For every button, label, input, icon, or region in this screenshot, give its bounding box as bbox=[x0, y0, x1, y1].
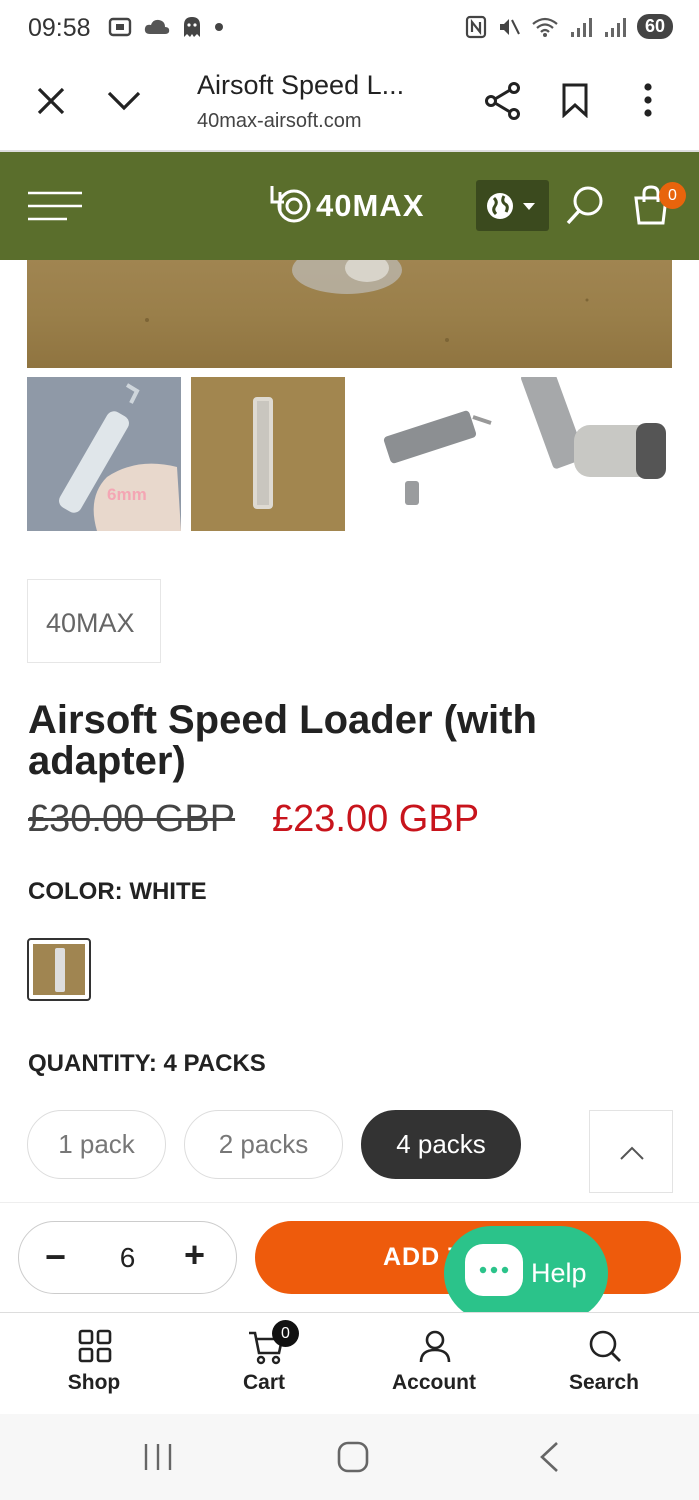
ghost-icon bbox=[184, 17, 200, 37]
site-header: 40MAX bbox=[0, 152, 699, 260]
browser-url[interactable]: 40max-airsoft.com bbox=[197, 110, 362, 133]
more-vert-icon[interactable] bbox=[642, 82, 654, 118]
vendor-name: 40MAX bbox=[46, 608, 135, 638]
thumbnail-1-photo bbox=[59, 383, 181, 531]
globe-icon bbox=[487, 193, 513, 219]
screenshot-icon bbox=[108, 17, 132, 37]
share-icon[interactable] bbox=[484, 82, 522, 120]
thumbnail-3-photo bbox=[383, 410, 492, 505]
pack-option-2[interactable]: 2 packs bbox=[184, 1110, 343, 1179]
status-bar: 09:58 60 bbox=[0, 0, 699, 62]
signal-icon bbox=[570, 17, 592, 37]
help-chat-button[interactable]: Help bbox=[444, 1226, 608, 1321]
back-icon[interactable] bbox=[538, 1440, 560, 1474]
swatch-image bbox=[33, 944, 85, 995]
language-selector[interactable] bbox=[476, 180, 549, 231]
nav-label-search: Search bbox=[568, 1371, 640, 1394]
nav-label-account: Account bbox=[392, 1371, 476, 1394]
status-time: 09:58 bbox=[28, 14, 91, 42]
cloud-icon bbox=[144, 19, 170, 34]
thumbnail-4[interactable] bbox=[518, 377, 672, 531]
nav-label-shop: Shop bbox=[67, 1371, 121, 1394]
signal-icon-2 bbox=[604, 17, 626, 37]
vendor-badge[interactable]: 40MAX bbox=[27, 579, 161, 663]
product-photo bbox=[145, 260, 589, 342]
thumbnail-3[interactable] bbox=[355, 377, 509, 531]
chevron-up-icon bbox=[620, 1146, 644, 1160]
thumbnail-1-label: 6mm bbox=[107, 485, 147, 504]
nav-cart-badge: 0 bbox=[272, 1320, 299, 1347]
recent-apps-icon[interactable] bbox=[142, 1442, 174, 1472]
search-icon[interactable] bbox=[565, 184, 605, 226]
nav-item-search[interactable]: Search bbox=[517, 1313, 691, 1415]
status-left-icons bbox=[108, 16, 224, 38]
mute-icon bbox=[499, 18, 520, 35]
pack-option-1[interactable]: 1 pack bbox=[27, 1110, 166, 1179]
search-icon bbox=[589, 1330, 621, 1362]
caret-down-icon bbox=[523, 203, 535, 210]
price-sale: £23.00 GBP bbox=[272, 798, 480, 840]
nfc-icon bbox=[465, 15, 487, 38]
product-title: Airsoft Speed Loader (with adapter) bbox=[28, 698, 537, 783]
chevron-down-icon[interactable] bbox=[106, 90, 142, 112]
bookmark-icon[interactable] bbox=[561, 82, 589, 118]
product-main-image[interactable] bbox=[27, 260, 672, 368]
hamburger-menu-icon[interactable] bbox=[27, 190, 83, 222]
system-navigation-bar bbox=[0, 1414, 699, 1500]
pack-option-4[interactable]: 4 packs bbox=[361, 1110, 521, 1179]
price-compare-at: £30.00 GBP bbox=[28, 798, 236, 840]
quantity-stepper[interactable]: − 6 + bbox=[18, 1221, 237, 1294]
nav-label-cart: Cart bbox=[242, 1371, 285, 1394]
bottom-navigation: Shop Cart Account Search bbox=[0, 1312, 699, 1414]
battery-indicator: 60 bbox=[636, 14, 673, 39]
nav-item-account[interactable]: Account bbox=[347, 1313, 521, 1415]
browser-toolbar: Airsoft Speed L... 40max-airsoft.com bbox=[0, 62, 699, 152]
grid-icon bbox=[78, 1329, 112, 1363]
scroll-to-top-button[interactable] bbox=[589, 1110, 673, 1193]
brand-logo-text[interactable]: 40MAX bbox=[316, 188, 424, 224]
help-label: Help bbox=[531, 1258, 587, 1288]
home-icon[interactable] bbox=[336, 1440, 370, 1474]
thumbnail-2-photo bbox=[253, 397, 273, 509]
account-icon bbox=[419, 1330, 451, 1363]
quantity-option-label: QUANTITY: 4 PACKS bbox=[28, 1050, 266, 1077]
chat-bubble-icon bbox=[465, 1244, 523, 1296]
brand-logo-icon[interactable] bbox=[268, 182, 314, 224]
nav-item-shop[interactable]: Shop bbox=[7, 1313, 181, 1415]
wifi-icon bbox=[532, 17, 558, 37]
thumbnail-1[interactable]: 6mm bbox=[27, 377, 181, 531]
browser-page-title: Airsoft Speed L... bbox=[197, 70, 405, 100]
quantity-increase-button[interactable]: + bbox=[184, 1234, 205, 1276]
header-cart-badge: 0 bbox=[659, 182, 686, 209]
dot-icon bbox=[215, 23, 223, 31]
thumbnail-4-photo bbox=[521, 377, 666, 479]
close-icon[interactable] bbox=[36, 86, 66, 116]
nav-item-cart[interactable]: Cart bbox=[177, 1313, 351, 1415]
thumbnail-2[interactable] bbox=[191, 377, 345, 531]
color-option-label: COLOR: WHITE bbox=[28, 878, 207, 905]
color-swatch-white[interactable] bbox=[27, 938, 91, 1001]
status-right-icons: 60 bbox=[465, 14, 673, 39]
